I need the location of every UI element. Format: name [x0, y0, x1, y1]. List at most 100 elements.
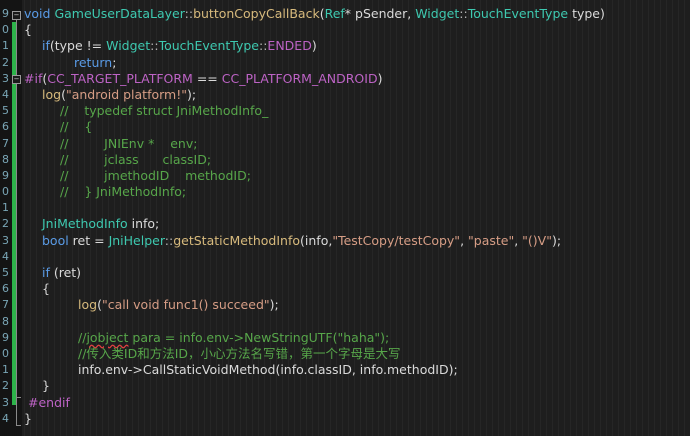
comment-line: // typedef struct JniMethodInfo_ — [60, 103, 269, 119]
line-number: 9 — [2, 168, 9, 182]
line-number: 2 — [2, 217, 9, 231]
comment-line: // JNIEnv * env; — [60, 135, 198, 151]
class-name: Widget — [106, 38, 151, 54]
fold-collapse-icon[interactable]: − — [12, 11, 21, 20]
string-literal: "TestCopy/testCopy" — [332, 232, 461, 248]
line-number: 9 — [2, 7, 9, 20]
operator: == — [192, 70, 222, 86]
variable: info; — [127, 216, 160, 232]
comment-line: //jobject para = info.env->NewStringUTF(… — [24, 330, 690, 346]
line-number: 2 — [2, 379, 9, 393]
code-line: { — [42, 281, 50, 297]
punct: ) — [311, 38, 317, 54]
function-name: buttonCopyCallBack — [193, 6, 320, 21]
macro: CC_PLATFORM_ANDROID — [221, 70, 378, 86]
keyword: bool — [42, 232, 69, 248]
expr: (type != — [49, 38, 107, 54]
scope-op: :: — [459, 6, 468, 21]
scope-op: :: — [150, 38, 159, 54]
fold-end-marker — [16, 425, 21, 426]
punct: ); — [187, 86, 197, 102]
comment-line: //传入类ID和方法ID，小心方法名写错，第一个字母是大写 — [78, 345, 401, 361]
code-area[interactable]: void GameUserDataLayer::buttonCopyCallBa… — [24, 6, 690, 427]
line-number: 3 — [2, 233, 9, 247]
comment-line: // { — [60, 119, 93, 135]
class-name: JniHelper — [108, 232, 165, 248]
punct: ; — [112, 54, 117, 70]
squiggle-word: jobject — [86, 329, 129, 345]
expr: (ret) — [49, 265, 82, 280]
string-literal: "()V" — [522, 232, 552, 248]
code-editor[interactable]: 9 0 1 2 3 4 5 6 7 8 9 0 1 2 3 4 5 6 7 8 … — [0, 0, 690, 436]
line-number: 1 — [2, 201, 9, 215]
fold-collapse-icon[interactable]: − — [12, 75, 21, 84]
gutter: 9 0 1 2 3 4 5 6 7 8 9 0 1 2 3 4 5 6 7 8 … — [0, 0, 22, 436]
line-number: 0 — [2, 346, 9, 360]
punct: , — [514, 232, 523, 248]
type-name: TouchEventType — [158, 38, 259, 54]
string-literal: "paste" — [468, 232, 515, 248]
code-line: return; — [24, 55, 690, 71]
brace: { — [24, 22, 32, 38]
punct: , — [460, 232, 469, 248]
line-number: 4 — [2, 87, 9, 101]
expr: ret = — [68, 232, 109, 248]
comment-line: // } JniMethodInfo; — [60, 184, 187, 200]
type-name: Ref — [324, 6, 345, 21]
punct: ); — [269, 297, 279, 313]
line-number: 9 — [2, 330, 9, 344]
code-line: { — [24, 22, 690, 38]
line-number: 2 — [2, 55, 9, 69]
function-name: getStaticMethodInfo — [173, 232, 301, 248]
code-line: void GameUserDataLayer::buttonCopyCallBa… — [24, 6, 690, 22]
code-line: log("call void func1() succeed"); — [24, 297, 690, 313]
line-number: 1 — [2, 363, 9, 377]
line-number: 7 — [2, 136, 9, 150]
line-number: 4 — [2, 249, 9, 263]
keyword: if — [42, 265, 50, 280]
punct: ); — [551, 232, 562, 248]
keyword: return — [74, 54, 113, 70]
code-line: log("android platform!"); — [24, 87, 690, 103]
param: * pSender, — [344, 6, 416, 21]
line-number: 7 — [2, 298, 9, 312]
function-name: log — [42, 86, 62, 102]
scope-op: :: — [184, 6, 194, 21]
line-number: 8 — [2, 152, 9, 166]
keyword: if — [42, 38, 50, 54]
code-line: } — [24, 410, 32, 426]
comment-line: // jmethodID methodID; — [60, 167, 251, 183]
line-number: 0 — [2, 23, 9, 37]
fold-end-marker — [16, 397, 21, 398]
code-line: #endif — [28, 394, 70, 410]
line-number: 8 — [2, 314, 9, 328]
type-name: TouchEventType — [467, 6, 569, 21]
code-line: if(type != Widget::TouchEventType::ENDED… — [24, 38, 690, 54]
line-number: 6 — [2, 282, 9, 296]
param: type) — [568, 6, 605, 21]
punct: (info, — [300, 232, 333, 248]
comment-line: // jclass classID; — [60, 151, 212, 167]
string-literal: "android platform!" — [65, 86, 187, 102]
line-number: 0 — [2, 185, 9, 199]
type-name: JniMethodInfo — [42, 216, 128, 232]
line-number: 1 — [2, 39, 9, 53]
line-numbers: 9 0 1 2 3 4 5 6 7 8 9 0 1 2 3 4 5 6 7 8 … — [0, 6, 9, 427]
keyword: void — [24, 6, 51, 21]
code-line: JniMethodInfo info; — [24, 216, 690, 232]
class-name: GameUserDataLayer — [54, 6, 185, 21]
enum-value: ENDED — [267, 38, 312, 54]
code-line: if (ret) — [24, 265, 690, 281]
code-line: info.env->CallStaticVoidMethod(info.clas… — [78, 362, 458, 378]
comment-text: para = info.env->NewStringUTF("haha"); — [128, 329, 390, 345]
code-line: #if(CC_TARGET_PLATFORM == CC_PLATFORM_AN… — [24, 71, 690, 87]
line-number: 3 — [2, 395, 9, 409]
line-number: 5 — [2, 104, 9, 118]
code-line: } — [42, 378, 50, 394]
macro: CC_TARGET_PLATFORM — [47, 70, 193, 86]
line-number: 6 — [2, 120, 9, 134]
preprocessor: #if — [24, 70, 43, 86]
function-name: log — [78, 297, 98, 313]
